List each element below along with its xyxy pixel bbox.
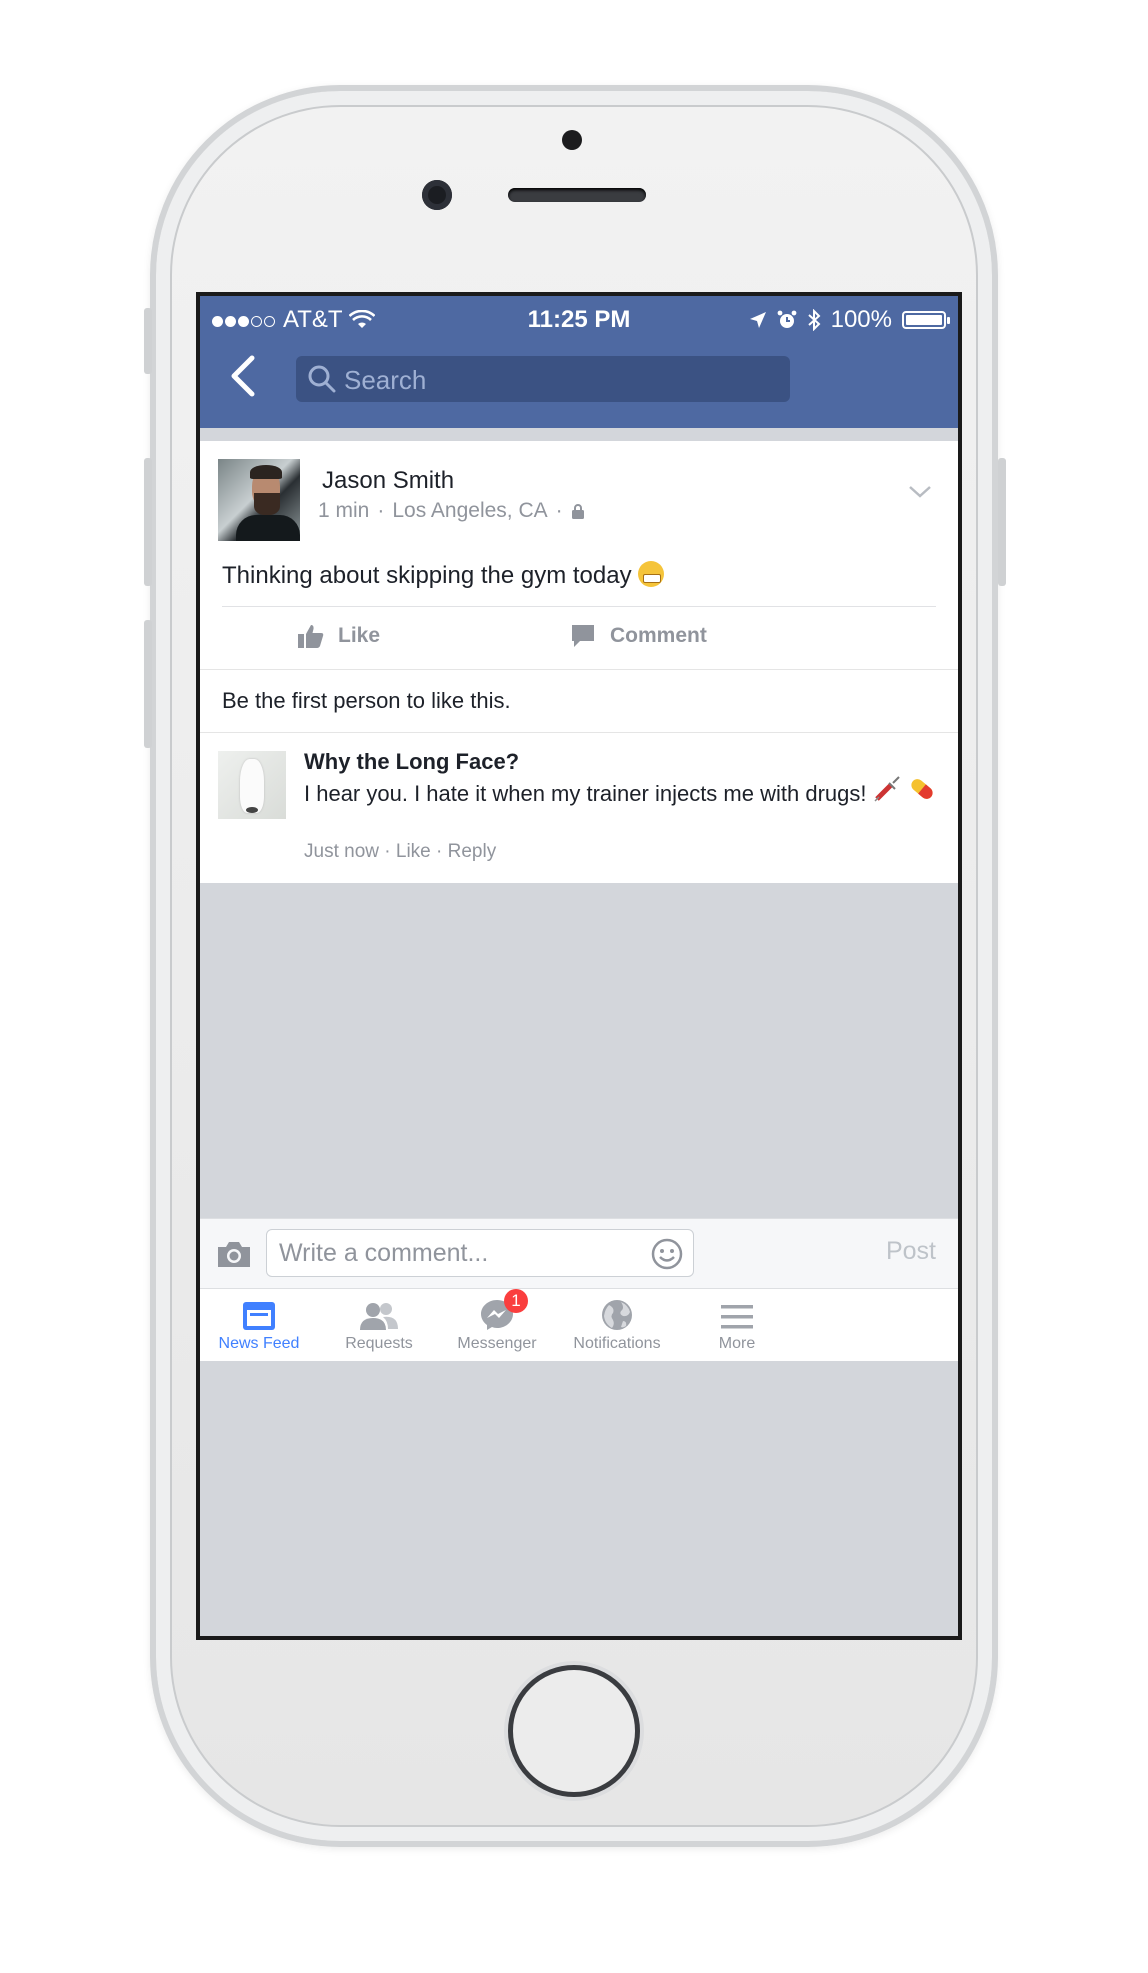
earpiece-speaker [508,188,646,202]
syringe-emoji-icon [874,776,900,802]
front-camera [422,180,452,210]
commenter-avatar[interactable] [218,751,286,819]
post-text: Thinking about skipping the gym today [222,562,632,589]
comment-meta: Just now · Like · Reply [304,841,496,863]
meta-separator: · [377,499,385,522]
meta-separator: · [555,499,563,522]
messenger-badge: 1 [504,1289,528,1313]
tab-label: More [718,1335,756,1352]
grimacing-emoji-icon [638,561,665,587]
comment-button[interactable]: Comment [570,623,707,649]
alarm-icon [777,310,797,328]
home-button[interactable] [508,1665,640,1797]
status-bar: AT&T 11:25 PM 100% [212,306,950,336]
post-card: Jason Smith 1 min · Los Angeles, CA · Th… [200,441,958,883]
back-button[interactable] [224,354,268,398]
mute-switch [144,308,152,374]
news-feed-icon [243,1302,275,1330]
meta-separator: · [384,841,396,862]
phone-screen: AT&T 11:25 PM 100% Search Jason Smith 1 … [196,292,962,1640]
bottom-tab-bar: News Feed Requests 1 Messenger Notificat… [200,1288,958,1361]
post-header: Jason Smith 1 min · Los Angeles, CA · [200,441,958,541]
tab-more[interactable]: More [662,1289,812,1361]
comment-composer: Write a comment... Post [200,1218,958,1289]
thumbs-up-icon [298,625,324,648]
post-comment-button[interactable]: Post [886,1237,936,1266]
comment-text: I hear you. I hate it when my trainer in… [304,781,867,806]
commenter-name[interactable]: Why the Long Face? [304,749,519,775]
post-options-chevron-icon[interactable] [908,485,932,499]
meta-separator: · [436,841,448,862]
comment-item: Why the Long Face? I hear you. I hate it… [200,733,958,883]
globe-icon [602,1300,632,1330]
comment-time: Just now [304,841,379,862]
comment-input-placeholder: Write a comment... [279,1239,489,1267]
like-button[interactable]: Like [298,623,380,649]
volume-down-button [144,620,152,748]
comment-label: Comment [610,624,707,647]
pill-emoji-icon [911,779,933,799]
author-avatar[interactable] [218,459,300,541]
comment-body: I hear you. I hate it when my trainer in… [304,775,944,810]
power-button [998,458,1006,586]
likes-summary: Be the first person to like this. [222,688,511,713]
search-placeholder: Search [344,365,427,395]
post-location[interactable]: Los Angeles, CA [392,499,547,523]
volume-up-button [144,458,152,586]
location-arrow-icon [749,312,766,328]
battery-percentage: 100% [830,306,892,333]
friend-requests-icon [360,1303,398,1330]
emoji-picker-icon[interactable] [651,1238,683,1270]
post-body: Thinking about skipping the gym today [200,547,958,606]
privacy-lock-icon [571,504,584,519]
comment-like-link[interactable]: Like [396,841,431,862]
battery-icon [902,311,950,329]
hamburger-menu-icon [721,1305,753,1329]
comment-reply-link[interactable]: Reply [448,841,497,862]
top-navigation-bar: AT&T 11:25 PM 100% Search [200,296,958,428]
search-bar[interactable]: Search [296,356,790,402]
post-author-name[interactable]: Jason Smith [322,467,454,495]
post-time[interactable]: 1 min [318,499,369,523]
back-arrow-icon [231,355,255,397]
camera-icon[interactable] [216,1239,252,1269]
comment-bubble-icon [572,625,594,647]
proximity-sensor [562,130,582,150]
post-meta: 1 min · Los Angeles, CA · [318,499,585,523]
post-actions: Like Comment [200,607,958,669]
search-icon [308,365,336,393]
like-label: Like [338,624,381,647]
comment-input[interactable]: Write a comment... [266,1229,694,1277]
bluetooth-icon [807,309,821,331]
